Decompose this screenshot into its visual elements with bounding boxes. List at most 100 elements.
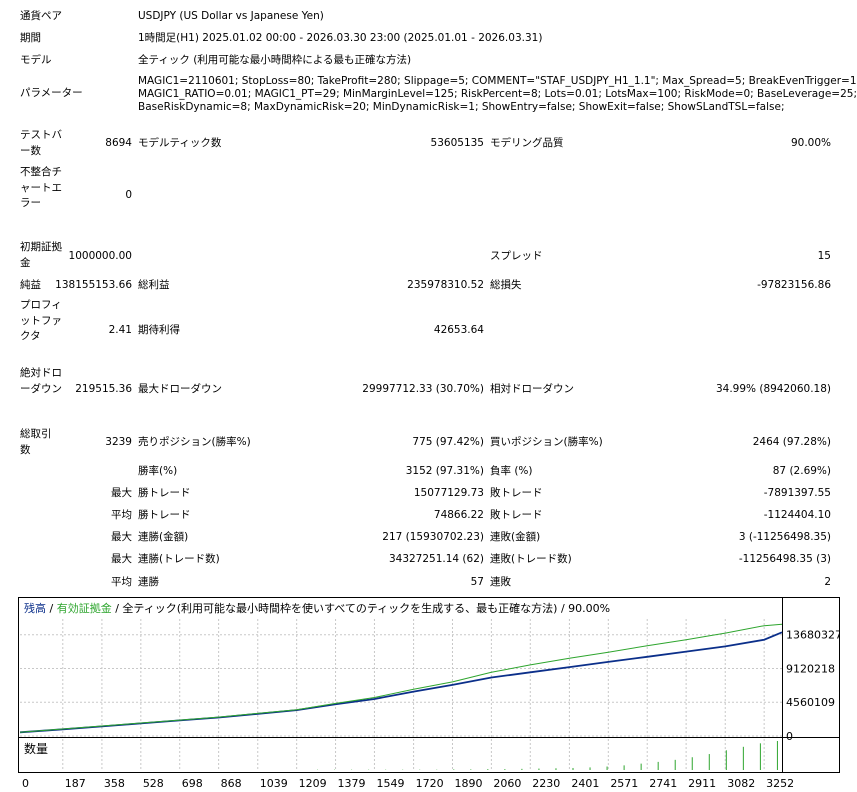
mismatch-label: 不整合チャートエラー (20, 166, 62, 209)
win-label: 勝率(%) (138, 465, 178, 477)
x-tick-label: 2911 (688, 777, 716, 790)
x-tick-label: 868 (221, 777, 242, 790)
x-tick-label: 0 (22, 777, 29, 790)
params-line-2: MAGIC1_RATIO=0.01; MAGIC1_PT=29; MinMarg… (138, 88, 857, 100)
max-prefix-1: 最大 (111, 487, 132, 499)
max-prefix-3: 最大 (111, 553, 132, 565)
x-tick-label: 1379 (338, 777, 366, 790)
bars-label: テストバー数 (20, 129, 62, 157)
absdd-value: 219515.36 (75, 383, 132, 395)
avg-win-label: 勝トレード (138, 509, 191, 521)
pf-value: 2.41 (108, 324, 132, 336)
max-prefix-2: 最大 (111, 531, 132, 543)
chart-svg: 13680327 9120218 4560109 0 0 187 358 528 698 868 1… (18, 597, 840, 790)
x-tick-label: 1890 (454, 777, 482, 790)
consec-loss-cnt-label: 連敗(トレード数) (490, 553, 572, 565)
grossprofit-value: 235978310.52 (407, 279, 484, 291)
avg-consec-loss-label: 連敗 (490, 576, 511, 588)
avg-win-value: 74866.22 (433, 509, 484, 521)
x-tick-label: 2741 (649, 777, 677, 790)
consec-loss-amt-value: 3 (-11256498.35) (738, 531, 831, 543)
x-tick-label: 187 (65, 777, 86, 790)
chart-legend: 残高 / 有効証拠金 / 全ティック(利用可能な最小時間枠を使いすべてのティック… (24, 600, 610, 616)
x-tick-label: 3252 (766, 777, 794, 790)
grossprofit-label: 総利益 (138, 279, 170, 291)
avg-loss-label: 敗トレード (490, 509, 543, 521)
legend-desc: 全ティック(利用可能な最小時間枠を使いすべてのティックを生成する、最も正確な方法… (122, 602, 611, 615)
loss-label: 負率 (%) (490, 465, 533, 477)
avg-prefix-1: 平均 (111, 509, 132, 521)
reldd-label: 相対ドローダウン (490, 383, 574, 395)
x-tick-label: 2230 (532, 777, 560, 790)
largest-win-value: 15077129.73 (413, 487, 484, 499)
quality-label: モデリング品質 (490, 137, 564, 149)
grossloss-value: -97823156.86 (757, 279, 831, 291)
x-tick-label: 1209 (299, 777, 327, 790)
period-value: 1時間足(H1) 2025.01.02 00:00 - 2026.03.30 2… (138, 32, 543, 44)
total-label: 総取引数 (20, 428, 52, 456)
mismatch-value: 0 (125, 189, 132, 201)
maxdd-label: 最大ドローダウン (138, 383, 222, 395)
x-tick-label: 698 (182, 777, 203, 790)
params-label: パラメーター (20, 87, 83, 99)
avg-consec-win-value: 57 (470, 576, 484, 588)
model-value: 全ティック (利用可能な最小時間枠による最も正確な方法) (138, 54, 412, 66)
balance-line (19, 631, 783, 734)
largest-win-label: 勝トレード (138, 487, 191, 499)
y-tick-label: 13680327 (786, 629, 840, 642)
avg-consec-loss-value: 2 (824, 576, 831, 588)
x-tick-label: 2060 (493, 777, 521, 790)
volume-label: 数量 (24, 741, 48, 756)
balance-chart: 13680327 9120218 4560109 0 0 187 358 528 698 868 1… (18, 597, 840, 792)
equity-line (19, 623, 783, 733)
params-line-1: MAGIC1=2110601; StopLoss=80; TakeProfit=… (138, 75, 857, 87)
spread-value: 15 (817, 250, 831, 262)
maxdd-value: 29997712.33 (30.70%) (362, 383, 484, 395)
x-tick-label: 1549 (376, 777, 404, 790)
largest-loss-label: 敗トレード (490, 487, 543, 499)
absdd-label: 絶対ドローダウン (20, 367, 62, 395)
legend-sep-2: / (111, 602, 123, 615)
consec-loss-amt-label: 連敗(金額) (490, 531, 541, 543)
model-label: モデル (20, 54, 52, 66)
deposit-value: 1000000.00 (68, 250, 132, 262)
y-tick-label: 4560109 (786, 696, 835, 709)
legend-sep-1: / (46, 602, 57, 615)
x-tick-label: 528 (143, 777, 164, 790)
avg-prefix-2: 平均 (111, 576, 132, 588)
expected-value: 42653.64 (433, 324, 484, 336)
ticks-value: 53605135 (430, 137, 484, 149)
y-tick-label: 0 (786, 730, 793, 743)
symbol-label: 通貨ペア (20, 10, 62, 22)
spread-label: スプレッド (490, 250, 543, 262)
y-tick-label: 9120218 (786, 662, 835, 675)
loss-value: 87 (2.69%) (772, 465, 831, 477)
consec-win-amt-label: 連勝(金額) (138, 531, 189, 543)
x-tick-label: 3082 (727, 777, 755, 790)
short-label: 売りポジション(勝率%) (138, 436, 251, 448)
x-tick-label: 358 (104, 777, 125, 790)
netprofit-value: 138155153.66 (55, 279, 132, 291)
consec-loss-cnt-value: -11256498.35 (3) (738, 553, 831, 565)
win-value: 3152 (97.31%) (405, 465, 484, 477)
netprofit-label: 純益 (20, 279, 41, 291)
chart-frame (18, 597, 840, 773)
total-value: 3239 (105, 436, 132, 448)
avg-consec-win-label: 連勝 (138, 576, 159, 588)
deposit-label: 初期証拠金 (20, 241, 62, 269)
params-line-3: BaseRiskDynamic=8; MaxDynamicRisk=20; Mi… (138, 101, 785, 113)
x-tick-label: 1720 (416, 777, 444, 790)
x-tick-label: 2401 (571, 777, 599, 790)
ticks-label: モデルティック数 (138, 137, 222, 149)
grossloss-label: 総損失 (490, 279, 522, 291)
legend-equity: 有効証拠金 (56, 602, 112, 615)
avg-loss-value: -1124404.10 (763, 509, 831, 521)
reldd-value: 34.99% (8942060.18) (715, 383, 831, 395)
consec-win-cnt-value: 34327251.14 (62) (388, 553, 484, 565)
long-label: 買いポジション(勝率%) (490, 436, 603, 448)
x-tick-label: 1039 (260, 777, 288, 790)
expected-label: 期待利得 (138, 324, 180, 336)
consec-win-cnt-label: 連勝(トレード数) (138, 553, 220, 565)
symbol-value: USDJPY (US Dollar vs Japanese Yen) (138, 10, 324, 22)
legend-balance: 残高 (24, 602, 46, 615)
